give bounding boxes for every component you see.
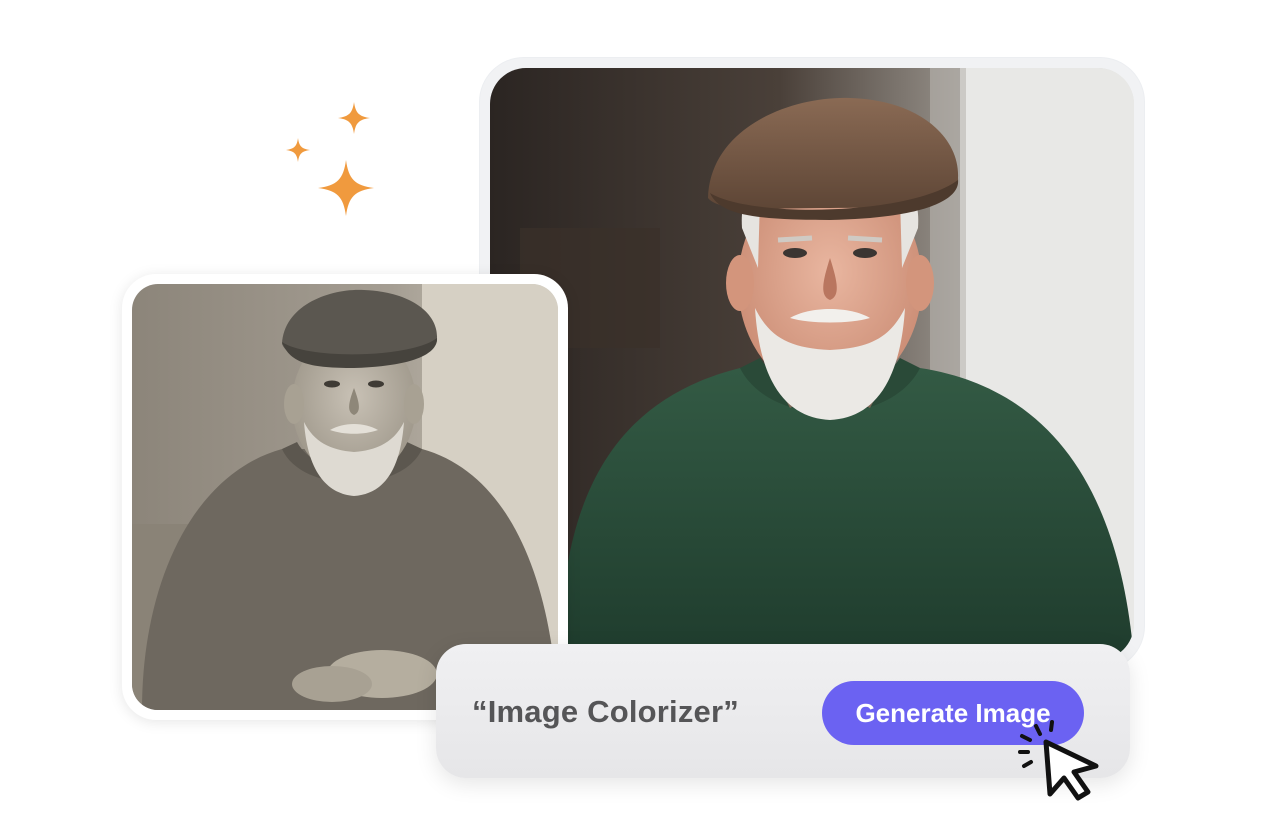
sparkle-icon xyxy=(286,138,310,162)
prompt-text: “Image Colorizer” xyxy=(472,694,739,729)
colorizer-showcase: “Image Colorizer” Generate Image xyxy=(0,0,1264,830)
pointer-click-icon xyxy=(1014,718,1106,802)
sparkle-icon xyxy=(338,102,370,134)
sparkle-icon xyxy=(318,160,374,216)
colorized-photo xyxy=(490,68,1134,660)
